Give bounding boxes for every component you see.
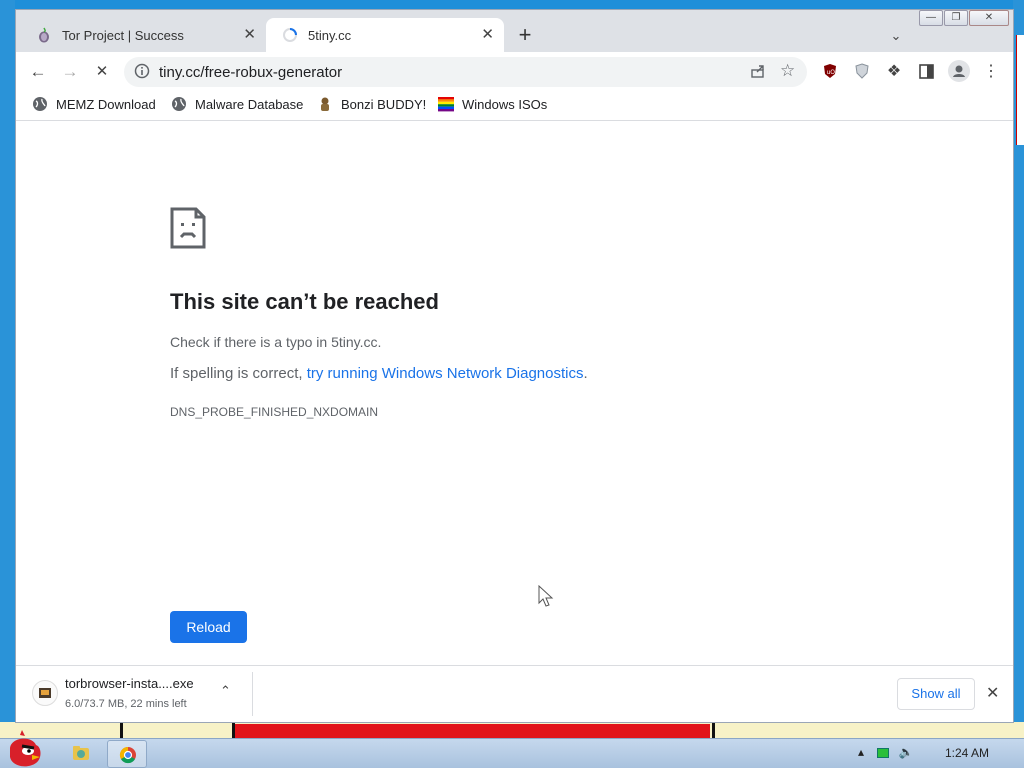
bookmark-label: Malware Database <box>195 96 304 112</box>
browser-window: — ❐ ✕ Tor Project | Success ✕ 5tiny.cc ✕… <box>15 9 1014 723</box>
tor-onion-icon <box>36 27 52 43</box>
sad-page-icon <box>170 207 206 249</box>
error-typo-hint: Check if there is a typo in 5tiny.cc. <box>170 334 382 350</box>
volume-icon[interactable]: 🔈 <box>899 745 914 759</box>
close-tab-icon[interactable]: ✕ <box>243 27 256 43</box>
taskbar-explorer-button[interactable] <box>60 740 100 768</box>
error-title: This site can’t be reached <box>170 289 439 314</box>
bookmark-malware-database[interactable]: Malware Database <box>171 96 303 112</box>
start-button-angry-bird-icon[interactable] <box>2 729 46 768</box>
minimize-button[interactable]: — <box>919 10 943 26</box>
error-diagnostics-hint: If spelling is correct, try running Wind… <box>170 365 588 382</box>
stop-loading-button[interactable]: ✕ <box>88 58 116 86</box>
chevron-up-icon[interactable]: ⌃ <box>220 683 231 699</box>
info-icon[interactable] <box>134 63 150 84</box>
download-status: 6.0/73.7 MB, 22 mins left <box>65 698 187 710</box>
new-tab-button[interactable]: + <box>512 23 538 49</box>
show-hidden-icons-icon[interactable]: ▴ <box>858 745 864 759</box>
bookmark-memz-download[interactable]: MEMZ Download <box>32 96 156 112</box>
restore-button[interactable]: ❐ <box>944 10 968 26</box>
tab-title: Tor Project | Success <box>62 27 184 43</box>
menu-kebab-icon[interactable]: ⋮ <box>977 58 1005 86</box>
bookmark-windows-isos[interactable]: Windows ISOs <box>438 96 547 112</box>
bookmark-label: MEMZ Download <box>56 96 156 112</box>
tab-5tiny[interactable]: 5tiny.cc ✕ <box>266 18 504 52</box>
desktop-wallpaper-strip <box>0 722 1024 738</box>
bookmark-star-icon[interactable]: ☆ <box>780 61 795 81</box>
mouse-cursor-icon <box>538 584 554 609</box>
rainbow-flag-icon <box>438 96 454 112</box>
taskbar-chrome-button[interactable] <box>107 740 147 768</box>
extensions-puzzle-icon[interactable]: ❖ <box>880 58 908 86</box>
bookmarks-bar: MEMZ Download Malware Database Bonzi BUD… <box>16 90 1013 121</box>
download-filename[interactable]: torbrowser-insta....exe <box>65 676 194 691</box>
clock[interactable]: 1:24 AM <box>945 746 989 760</box>
download-shelf: torbrowser-insta....exe 6.0/73.7 MB, 22 … <box>16 665 1013 722</box>
reload-button[interactable]: Reload <box>170 611 247 643</box>
desktop-background-left <box>0 0 15 768</box>
taskbar: ▴ 🔈 1:24 AM <box>0 730 1024 768</box>
divider <box>252 672 253 716</box>
installer-file-icon <box>32 680 58 706</box>
system-tray: ▴ 🔈 <box>858 745 914 759</box>
globe-icon <box>32 96 48 112</box>
address-bar[interactable]: tiny.cc/free-robux-generator ☆ <box>124 57 807 87</box>
close-window-button[interactable]: ✕ <box>969 10 1009 26</box>
tab-search-button[interactable]: ⌄ <box>884 24 908 48</box>
url-text: tiny.cc/free-robux-generator <box>159 64 343 81</box>
ublock-origin-icon[interactable]: uO <box>822 63 838 84</box>
back-button[interactable]: ← <box>24 58 52 86</box>
bookmark-bonzi-buddy[interactable]: Bonzi BUDDY! <box>317 96 426 112</box>
share-icon[interactable] <box>750 63 766 84</box>
tab-tor-project[interactable]: Tor Project | Success ✕ <box>20 18 266 52</box>
diagnostics-link[interactable]: try running Windows Network Diagnostics <box>307 365 584 382</box>
tab-title: 5tiny.cc <box>308 27 352 43</box>
close-tab-icon[interactable]: ✕ <box>481 27 494 43</box>
toolbar: ← → ✕ tiny.cc/free-robux-generator ☆ uO … <box>16 52 1013 90</box>
diagnostics-prefix: If spelling is correct, <box>170 365 307 382</box>
bookmark-label: Windows ISOs <box>462 96 548 112</box>
diagnostics-suffix: . <box>583 365 588 382</box>
page-content: This site can’t be reached Check if ther… <box>16 121 1013 665</box>
svg-text:uO: uO <box>827 69 836 76</box>
bookmark-label: Bonzi BUDDY! <box>341 96 427 112</box>
forward-button[interactable]: → <box>56 58 84 86</box>
show-all-button[interactable]: Show all <box>897 678 975 710</box>
error-code: DNS_PROBE_FINISHED_NXDOMAIN <box>170 405 379 419</box>
side-panel-icon[interactable] <box>919 64 934 84</box>
desktop-window-fragment <box>1016 35 1024 145</box>
bonzi-icon <box>317 96 333 112</box>
close-download-shelf-icon[interactable]: ✕ <box>986 683 999 703</box>
shield-icon[interactable] <box>854 63 870 84</box>
globe-icon <box>171 96 187 112</box>
network-icon[interactable] <box>877 747 890 758</box>
tab-strip: — ❐ ✕ Tor Project | Success ✕ 5tiny.cc ✕… <box>16 10 1013 52</box>
profile-avatar-icon[interactable] <box>948 60 970 87</box>
loading-spinner-icon <box>282 27 298 43</box>
